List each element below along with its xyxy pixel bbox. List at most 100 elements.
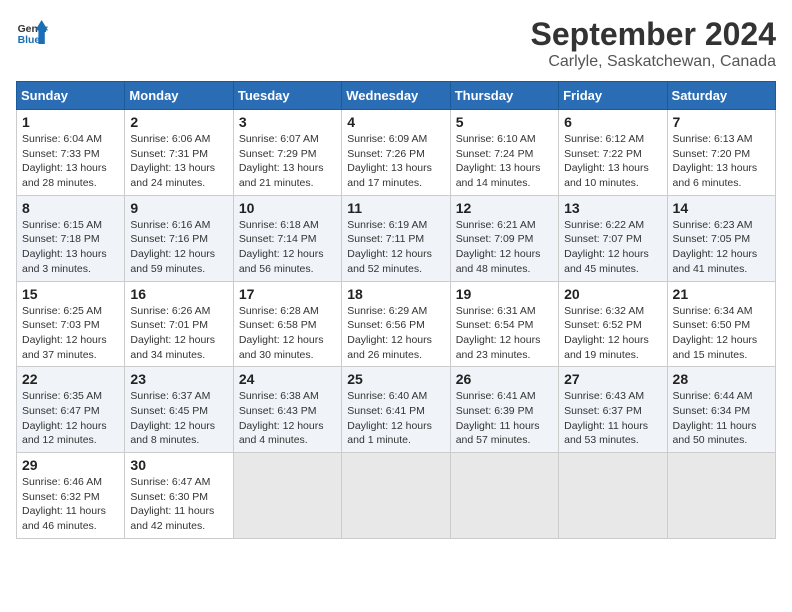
month-year: September 2024	[531, 16, 776, 53]
sunset: Sunset: 7:16 PM	[130, 233, 208, 245]
calendar-cell: 15 Sunrise: 6:25 AM Sunset: 7:03 PM Dayl…	[17, 281, 125, 367]
column-header-friday: Friday	[559, 82, 667, 110]
calendar-cell: 6 Sunrise: 6:12 AM Sunset: 7:22 PM Dayli…	[559, 110, 667, 196]
day-info: Sunrise: 6:22 AM Sunset: 7:07 PM Dayligh…	[564, 218, 661, 277]
sunrise: Sunrise: 6:28 AM	[239, 305, 319, 317]
calendar-cell	[233, 453, 341, 539]
daylight: Daylight: 12 hours and 12 minutes.	[22, 420, 107, 447]
column-header-sunday: Sunday	[17, 82, 125, 110]
calendar-cell: 1 Sunrise: 6:04 AM Sunset: 7:33 PM Dayli…	[17, 110, 125, 196]
daylight: Daylight: 11 hours and 46 minutes.	[22, 505, 106, 532]
day-info: Sunrise: 6:38 AM Sunset: 6:43 PM Dayligh…	[239, 389, 336, 448]
calendar-cell: 30 Sunrise: 6:47 AM Sunset: 6:30 PM Dayl…	[125, 453, 233, 539]
day-number: 5	[456, 114, 553, 130]
daylight: Daylight: 13 hours and 17 minutes.	[347, 162, 432, 189]
calendar-cell	[667, 453, 775, 539]
column-header-wednesday: Wednesday	[342, 82, 450, 110]
day-info: Sunrise: 6:46 AM Sunset: 6:32 PM Dayligh…	[22, 475, 119, 534]
sunset: Sunset: 6:37 PM	[564, 405, 642, 417]
column-header-monday: Monday	[125, 82, 233, 110]
day-number: 18	[347, 286, 444, 302]
daylight: Daylight: 13 hours and 24 minutes.	[130, 162, 215, 189]
logo-icon: General Blue	[16, 16, 48, 48]
daylight: Daylight: 13 hours and 6 minutes.	[673, 162, 758, 189]
sunset: Sunset: 7:05 PM	[673, 233, 751, 245]
calendar-cell: 5 Sunrise: 6:10 AM Sunset: 7:24 PM Dayli…	[450, 110, 558, 196]
daylight: Daylight: 13 hours and 21 minutes.	[239, 162, 324, 189]
sunset: Sunset: 7:20 PM	[673, 148, 751, 160]
sunrise: Sunrise: 6:22 AM	[564, 219, 644, 231]
daylight: Daylight: 11 hours and 42 minutes.	[130, 505, 214, 532]
daylight: Daylight: 11 hours and 50 minutes.	[673, 420, 757, 447]
sunset: Sunset: 7:29 PM	[239, 148, 317, 160]
day-info: Sunrise: 6:35 AM Sunset: 6:47 PM Dayligh…	[22, 389, 119, 448]
day-number: 24	[239, 371, 336, 387]
calendar-cell: 17 Sunrise: 6:28 AM Sunset: 6:58 PM Dayl…	[233, 281, 341, 367]
sunrise: Sunrise: 6:34 AM	[673, 305, 753, 317]
sunset: Sunset: 6:54 PM	[456, 319, 534, 331]
daylight: Daylight: 11 hours and 53 minutes.	[564, 420, 648, 447]
day-info: Sunrise: 6:07 AM Sunset: 7:29 PM Dayligh…	[239, 132, 336, 191]
daylight: Daylight: 13 hours and 28 minutes.	[22, 162, 107, 189]
calendar-cell: 28 Sunrise: 6:44 AM Sunset: 6:34 PM Dayl…	[667, 367, 775, 453]
calendar-cell: 2 Sunrise: 6:06 AM Sunset: 7:31 PM Dayli…	[125, 110, 233, 196]
title-block: September 2024 Carlyle, Saskatchewan, Ca…	[531, 16, 776, 71]
day-info: Sunrise: 6:32 AM Sunset: 6:52 PM Dayligh…	[564, 304, 661, 363]
sunrise: Sunrise: 6:29 AM	[347, 305, 427, 317]
calendar-cell: 25 Sunrise: 6:40 AM Sunset: 6:41 PM Dayl…	[342, 367, 450, 453]
daylight: Daylight: 12 hours and 30 minutes.	[239, 334, 324, 361]
sunrise: Sunrise: 6:16 AM	[130, 219, 210, 231]
day-number: 25	[347, 371, 444, 387]
sunset: Sunset: 6:58 PM	[239, 319, 317, 331]
sunset: Sunset: 6:52 PM	[564, 319, 642, 331]
sunrise: Sunrise: 6:44 AM	[673, 390, 753, 402]
calendar-cell: 20 Sunrise: 6:32 AM Sunset: 6:52 PM Dayl…	[559, 281, 667, 367]
sunrise: Sunrise: 6:38 AM	[239, 390, 319, 402]
day-info: Sunrise: 6:34 AM Sunset: 6:50 PM Dayligh…	[673, 304, 770, 363]
day-info: Sunrise: 6:21 AM Sunset: 7:09 PM Dayligh…	[456, 218, 553, 277]
sunrise: Sunrise: 6:15 AM	[22, 219, 102, 231]
sunrise: Sunrise: 6:13 AM	[673, 133, 753, 145]
daylight: Daylight: 12 hours and 34 minutes.	[130, 334, 215, 361]
sunrise: Sunrise: 6:04 AM	[22, 133, 102, 145]
daylight: Daylight: 13 hours and 10 minutes.	[564, 162, 649, 189]
calendar-cell: 10 Sunrise: 6:18 AM Sunset: 7:14 PM Dayl…	[233, 195, 341, 281]
calendar-cell: 14 Sunrise: 6:23 AM Sunset: 7:05 PM Dayl…	[667, 195, 775, 281]
calendar-cell	[342, 453, 450, 539]
day-info: Sunrise: 6:37 AM Sunset: 6:45 PM Dayligh…	[130, 389, 227, 448]
day-number: 22	[22, 371, 119, 387]
day-info: Sunrise: 6:28 AM Sunset: 6:58 PM Dayligh…	[239, 304, 336, 363]
daylight: Daylight: 12 hours and 56 minutes.	[239, 248, 324, 275]
sunrise: Sunrise: 6:46 AM	[22, 476, 102, 488]
day-info: Sunrise: 6:09 AM Sunset: 7:26 PM Dayligh…	[347, 132, 444, 191]
sunrise: Sunrise: 6:47 AM	[130, 476, 210, 488]
day-number: 10	[239, 200, 336, 216]
calendar-week-2: 8 Sunrise: 6:15 AM Sunset: 7:18 PM Dayli…	[17, 195, 776, 281]
day-info: Sunrise: 6:06 AM Sunset: 7:31 PM Dayligh…	[130, 132, 227, 191]
daylight: Daylight: 12 hours and 45 minutes.	[564, 248, 649, 275]
daylight: Daylight: 13 hours and 3 minutes.	[22, 248, 107, 275]
day-number: 30	[130, 457, 227, 473]
calendar-cell	[450, 453, 558, 539]
sunrise: Sunrise: 6:10 AM	[456, 133, 536, 145]
day-info: Sunrise: 6:25 AM Sunset: 7:03 PM Dayligh…	[22, 304, 119, 363]
sunset: Sunset: 7:18 PM	[22, 233, 100, 245]
sunrise: Sunrise: 6:23 AM	[673, 219, 753, 231]
day-number: 28	[673, 371, 770, 387]
day-info: Sunrise: 6:15 AM Sunset: 7:18 PM Dayligh…	[22, 218, 119, 277]
day-number: 13	[564, 200, 661, 216]
sunrise: Sunrise: 6:07 AM	[239, 133, 319, 145]
page-header: General Blue September 2024 Carlyle, Sas…	[16, 16, 776, 71]
daylight: Daylight: 12 hours and 41 minutes.	[673, 248, 758, 275]
calendar-cell: 7 Sunrise: 6:13 AM Sunset: 7:20 PM Dayli…	[667, 110, 775, 196]
day-number: 6	[564, 114, 661, 130]
day-number: 4	[347, 114, 444, 130]
sunset: Sunset: 6:56 PM	[347, 319, 425, 331]
logo: General Blue	[16, 16, 48, 48]
calendar-cell	[559, 453, 667, 539]
sunset: Sunset: 6:43 PM	[239, 405, 317, 417]
daylight: Daylight: 12 hours and 52 minutes.	[347, 248, 432, 275]
day-info: Sunrise: 6:16 AM Sunset: 7:16 PM Dayligh…	[130, 218, 227, 277]
calendar-table: SundayMondayTuesdayWednesdayThursdayFrid…	[16, 81, 776, 539]
calendar-cell: 11 Sunrise: 6:19 AM Sunset: 7:11 PM Dayl…	[342, 195, 450, 281]
